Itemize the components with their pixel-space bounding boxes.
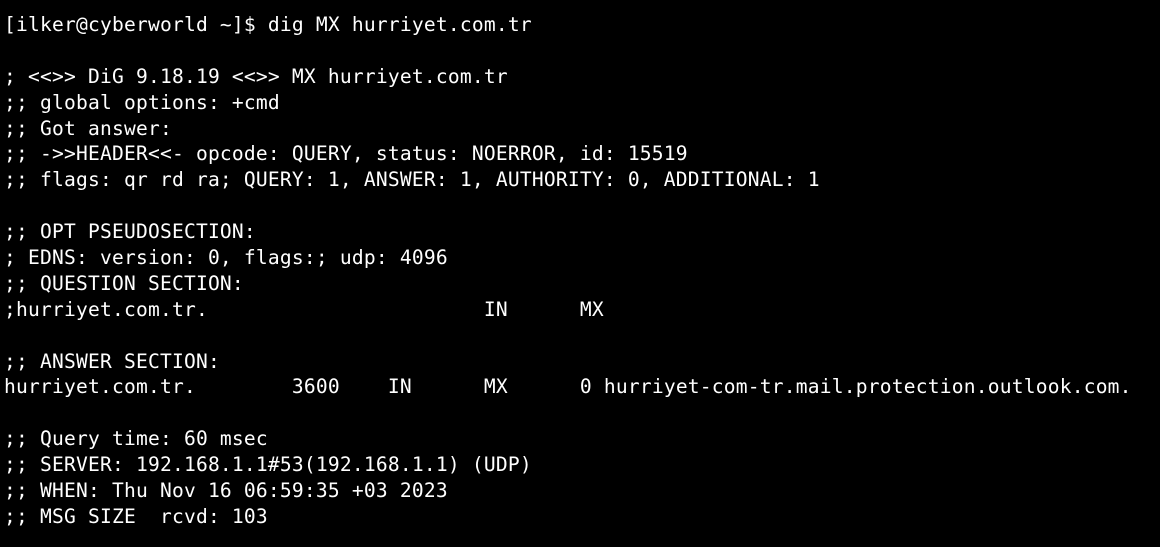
- header-line: ;; ->>HEADER<<- opcode: QUERY, status: N…: [4, 142, 688, 166]
- shell-prompt-command: [ilker@cyberworld ~]$ dig MX hurriyet.co…: [4, 13, 532, 36]
- edns-line: ; EDNS: version: 0, flags:; udp: 4096: [4, 246, 448, 270]
- global-options-line: ;; global options: +cmd: [4, 90, 280, 114]
- query-time-line: ;; Query time: 60 msec: [4, 427, 268, 451]
- terminal-window[interactable]: [ilker@cyberworld ~]$ dig MX hurriyet.co…: [0, 0, 1160, 547]
- msg-size-line: ;; MSG SIZE rcvd: 103: [4, 504, 268, 528]
- opt-pseudosection-heading: ;; OPT PSEUDOSECTION:: [4, 220, 256, 244]
- question-record: ;hurriyet.com.tr. IN MX: [4, 297, 604, 321]
- server-line: ;; SERVER: 192.168.1.1#53(192.168.1.1) (…: [4, 453, 532, 477]
- got-answer-line: ;; Got answer:: [4, 116, 172, 140]
- dig-version-line: ; <<>> DiG 9.18.19 <<>> MX hurriyet.com.…: [4, 64, 508, 88]
- answer-record: hurriyet.com.tr. 3600 IN MX 0 hurriyet-c…: [4, 375, 1132, 399]
- flags-line: ;; flags: qr rd ra; QUERY: 1, ANSWER: 1,…: [4, 168, 820, 192]
- answer-section-heading: ;; ANSWER SECTION:: [4, 349, 220, 373]
- question-section-heading: ;; QUESTION SECTION:: [4, 271, 244, 295]
- when-line: ;; WHEN: Thu Nov 16 06:59:35 +03 2023: [4, 479, 448, 503]
